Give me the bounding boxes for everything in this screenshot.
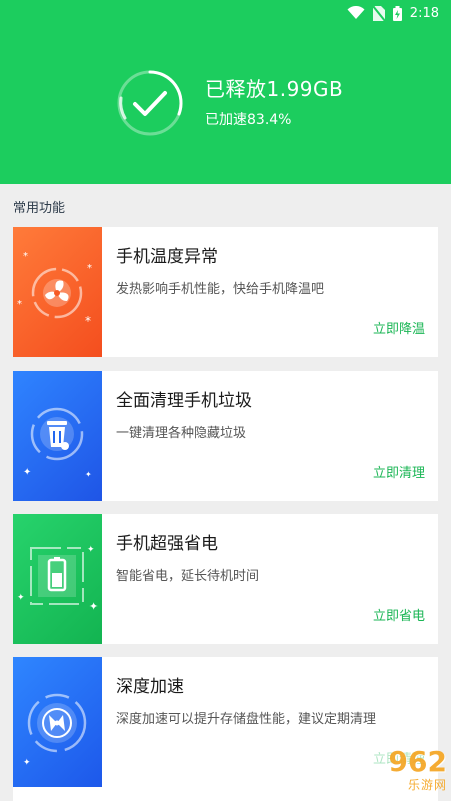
disk-icon: ✦	[23, 693, 87, 768]
card-title: 深度加速	[116, 677, 184, 697]
section-title: 常用功能	[13, 201, 66, 216]
card-thumb: * * * *	[13, 227, 102, 357]
power-save-button[interactable]: 立即省电	[373, 605, 425, 624]
no-sim-icon	[372, 5, 385, 21]
svg-text:*: *	[85, 314, 91, 328]
svg-text:✦: ✦	[89, 600, 98, 613]
card-desc: 发热影响手机性能，快给手机降温吧	[116, 282, 325, 297]
svg-text:✦: ✦	[87, 545, 95, 555]
svg-text:✦: ✦	[85, 470, 92, 479]
speedup-percent: 已加速83.4%	[205, 112, 292, 128]
card-title: 手机超强省电	[116, 534, 218, 554]
card-thumb: ✦ ✦	[13, 371, 102, 501]
card-desc: 一键清理各种隐藏垃圾	[116, 426, 247, 441]
card-power-save[interactable]: ✦ ✦ ✦ 手机超强省电 智能省电，延长待机时间 立即省电	[13, 514, 438, 644]
watermark-brand: 962	[388, 745, 447, 778]
trash-icon: ✦ ✦	[23, 407, 92, 479]
card-desc: 深度加速可以提升存储盘性能，建议定期清理	[116, 712, 377, 727]
card-cool-down[interactable]: * * * * 手机温度异常 发热影响手机性能，快给手机降温吧 立即降温	[13, 227, 438, 357]
card-desc: 智能省电，延长待机时间	[116, 569, 260, 584]
card-deep-speedup[interactable]: ✦ 深度加速 深度加速可以提升存储盘性能，建议定期清理 立即清理	[13, 657, 438, 801]
status-bar: 2:18	[347, 0, 451, 26]
card-thumb: ✦ ✦ ✦	[13, 514, 102, 644]
cleanup-result: 已释放1.99GB 已加速83.4%	[115, 68, 343, 138]
svg-text:*: *	[87, 263, 92, 274]
battery-charging-icon	[392, 5, 402, 21]
cool-down-button[interactable]: 立即降温	[373, 318, 425, 337]
card-clean-junk[interactable]: ✦ ✦ 全面清理手机垃圾 一键清理各种隐藏垃圾 立即清理	[13, 371, 438, 501]
check-icon	[117, 70, 183, 136]
svg-text:*: *	[23, 251, 28, 262]
released-amount: 已释放1.99GB	[205, 77, 344, 101]
card-title: 手机温度异常	[116, 247, 218, 267]
svg-text:✦: ✦	[23, 758, 31, 768]
svg-text:✦: ✦	[17, 593, 25, 603]
result-header: 2:18 已释放1.99GB 已加速83.4%	[0, 0, 451, 184]
battery-icon: ✦ ✦ ✦	[17, 545, 98, 613]
card-thumb: ✦	[13, 657, 102, 787]
status-time: 2:18	[409, 5, 439, 21]
svg-text:✦: ✦	[23, 467, 31, 478]
watermark-sub: 乐游网	[407, 778, 447, 792]
site-watermark: 962 乐游网	[389, 748, 447, 793]
fan-icon: * * * *	[17, 251, 92, 328]
clean-junk-button[interactable]: 立即清理	[373, 462, 425, 481]
svg-text:*: *	[17, 299, 22, 310]
wifi-icon	[347, 6, 365, 19]
card-title: 全面清理手机垃圾	[116, 391, 252, 411]
